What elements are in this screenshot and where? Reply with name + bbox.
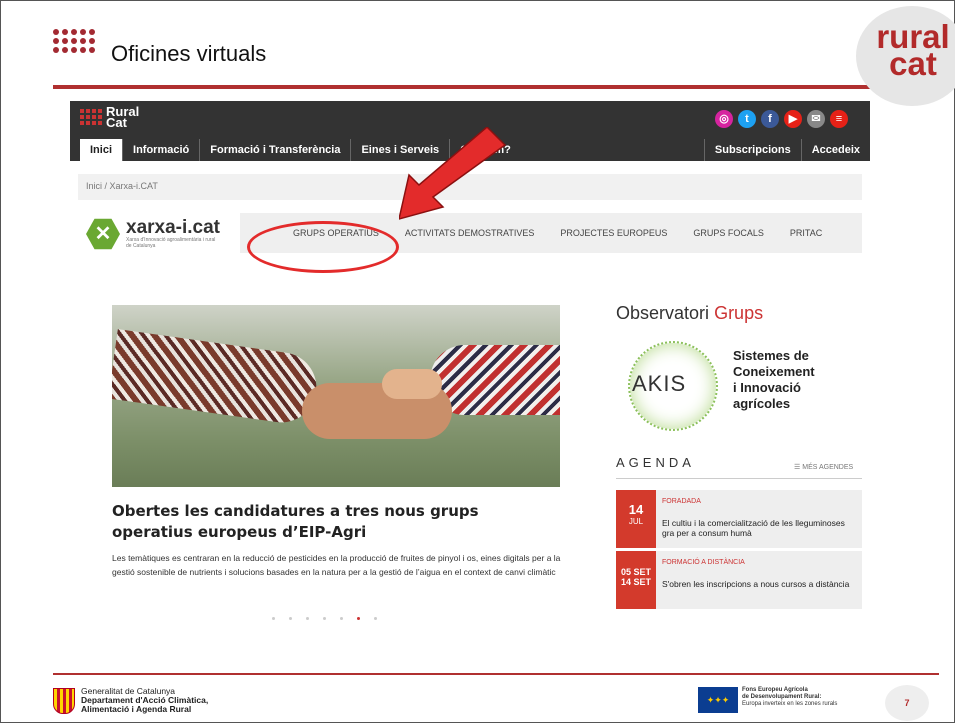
agenda-title: AGENDA	[616, 455, 695, 470]
menu-grups-focals[interactable]: GRUPS FOCALS	[680, 228, 777, 238]
xarxa-subtitle: Xarxa d'Innovació agroalimentària i rura…	[126, 237, 216, 249]
event-title[interactable]: El cultiu i la comercialització de les l…	[662, 518, 852, 538]
red-arrow-icon	[399, 127, 507, 220]
eu-flag-icon: ✦✦✦	[698, 687, 738, 713]
nav-informacio[interactable]: Informació	[122, 139, 199, 161]
more-agendas-link[interactable]: ☰ MÉS AGENDES	[794, 463, 853, 471]
nav-accedeix[interactable]: Accedeix	[800, 139, 870, 161]
nav-formacio[interactable]: Formació i Transferència	[199, 139, 350, 161]
gencat-logo: Generalitat de Catalunya Departament d'A…	[53, 687, 208, 714]
feader-line2: de Desenvolupament Rural:	[742, 694, 822, 700]
catalonia-shield-icon	[53, 687, 75, 714]
pager-dot[interactable]	[289, 617, 292, 620]
nav-subscripcions[interactable]: Subscripcions	[703, 139, 801, 161]
news-title[interactable]: Obertes les candidatures a tres nous gru…	[112, 501, 560, 543]
observatori-label: Observatori	[616, 303, 710, 323]
presentation-slide: Oficines virtuals rural cat Rural Cat ◎ …	[0, 0, 955, 723]
news-body: Les temàtiques es centraran en la reducc…	[112, 553, 561, 577]
agenda-divider	[616, 478, 862, 479]
news-image[interactable]	[112, 305, 560, 487]
sleeve-left	[112, 329, 321, 427]
menu-activitats[interactable]: ACTIVITATS DEMOSTRATIVES	[392, 228, 548, 238]
pager-dot[interactable]	[374, 617, 377, 620]
ruralcat-logo: rural cat	[873, 20, 953, 80]
hand-right	[382, 369, 442, 399]
event-end: 14 SET	[620, 577, 651, 587]
akis-line: agrícoles	[733, 396, 791, 411]
dots-logo-icon	[53, 29, 95, 53]
social-links: ◎ t f ▶ ✉ ≡	[715, 110, 848, 128]
facebook-icon[interactable]: f	[761, 110, 779, 128]
akis-description: Sistemes de Coneixement i Innovació agrí…	[733, 348, 815, 412]
observatori-title[interactable]: Observatori Grups	[616, 303, 763, 324]
observatori-grups: Grups	[714, 303, 764, 323]
event-day: 14	[628, 502, 644, 517]
more-agendas-label: MÉS AGENDES	[802, 464, 854, 471]
page-number: 7	[885, 685, 929, 721]
highlight-ellipse	[247, 221, 399, 273]
twitter-icon[interactable]: t	[738, 110, 756, 128]
event-start: 05 SET	[620, 567, 651, 577]
agenda-event[interactable]: 05 SET 14 SET FORMACIÓ A DISTÀNCIA S'obr…	[616, 551, 862, 609]
menu-projectes[interactable]: PROJECTES EUROPEUS	[547, 228, 680, 238]
xarxa-hex-icon: ✕	[86, 218, 120, 250]
xarxa-name: xarxa-i.cat	[126, 217, 221, 238]
grid-logo-icon	[80, 109, 102, 125]
slide-title: Oficines virtuals	[111, 41, 267, 66]
akis-line: Coneixement	[733, 364, 815, 379]
feader-line1: Fons Europeu Agrícola	[742, 687, 808, 693]
feader-line3: Europa inverteix en les zones rurals	[742, 701, 838, 707]
event-category: FORADADA	[662, 498, 701, 505]
akis-line: Sistemes de	[733, 348, 809, 363]
footer-divider	[53, 673, 939, 675]
title-divider	[53, 85, 888, 89]
akis-logo[interactable]: AKIS	[622, 333, 718, 437]
site-logo[interactable]: Rural Cat	[80, 105, 139, 129]
menu-pritac[interactable]: PRITAC	[777, 228, 835, 238]
event-date: 14 JUL	[616, 490, 656, 548]
feader-text: Fons Europeu Agrícola de Desenvolupament…	[742, 687, 837, 708]
akis-label: AKIS	[632, 371, 687, 396]
instagram-icon[interactable]: ◎	[715, 110, 733, 128]
nav-inici[interactable]: Inici	[80, 139, 123, 161]
event-category: FORMACIÓ A DISTÀNCIA	[662, 559, 745, 566]
pager-dot[interactable]	[323, 617, 326, 620]
event-month: JUL	[628, 517, 644, 526]
pager-dot[interactable]	[340, 617, 343, 620]
event-date: 05 SET 14 SET	[616, 551, 656, 609]
youtube-icon[interactable]: ▶	[784, 110, 802, 128]
akis-line: i Innovació	[733, 380, 801, 395]
rss-icon[interactable]: ≡	[830, 110, 848, 128]
slider-pager	[272, 617, 377, 620]
pager-dot-active[interactable]	[357, 617, 360, 620]
event-title[interactable]: S'obren les inscripcions a nous cursos a…	[662, 579, 852, 589]
agenda-event[interactable]: 14 JUL FORADADA El cultiu i la comercial…	[616, 490, 862, 548]
mail-icon[interactable]: ✉	[807, 110, 825, 128]
xarxa-logo[interactable]: ✕ xarxa-i.cat Xarxa d'Innovació agroalim…	[86, 217, 220, 251]
pager-dot[interactable]	[272, 617, 275, 620]
pager-dot[interactable]	[306, 617, 309, 620]
gencat-line3: Alimentació i Agenda Rural	[81, 704, 192, 714]
